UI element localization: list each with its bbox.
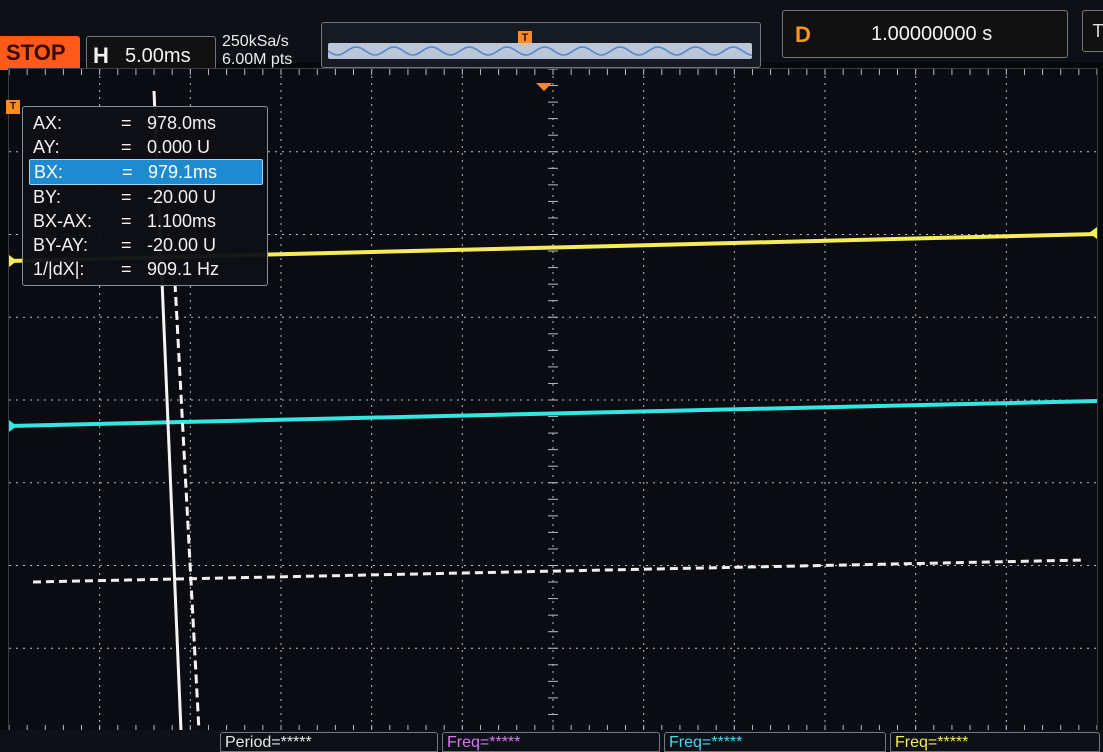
acquisition-info: 250kSa/s 6.00M pts — [222, 33, 292, 69]
oscilloscope-screen: STOP H 5.00ms 250kSa/s 6.00M pts T D 1.0… — [0, 0, 1103, 752]
sample-rate: 250kSa/s — [222, 33, 289, 50]
measurement-bar: Period=***** Freq=***** Freq=***** Freq=… — [0, 730, 1103, 752]
horizontal-label: H — [93, 43, 109, 68]
trigger-channel-icon: T — [6, 100, 20, 114]
cursor-row-ay[interactable]: AY: = 0.000 U — [29, 135, 261, 159]
memory-wave-icon — [328, 46, 752, 56]
timebase-value: 5.00ms — [125, 45, 191, 67]
run-stop-button[interactable]: STOP — [0, 36, 80, 70]
channel-2-trace — [9, 399, 1097, 428]
delay-label: D — [795, 22, 811, 47]
cursor-readout-panel: AX: = 978.0ms AY: = 0.000 U BX: = 979.1m… — [22, 106, 268, 286]
memory-depth: 6.00M pts — [222, 51, 293, 68]
cursor-row-bx[interactable]: BX: = 979.1ms — [29, 159, 263, 185]
channel-1-offset-marker-icon — [9, 255, 17, 267]
delay-value: 1.00000000 s — [871, 23, 993, 45]
measurement-freq-1[interactable]: Freq=***** — [442, 732, 660, 752]
memory-waveform-strip — [328, 43, 752, 59]
memory-overview-bar[interactable]: T — [321, 22, 761, 68]
cursor-row-bx-ax[interactable]: BX-AX: = 1.100ms — [29, 209, 261, 233]
cursor-row-ax[interactable]: AX: = 978.0ms — [29, 111, 261, 135]
trigger-settings-button[interactable]: T — [1082, 10, 1103, 52]
cursor-row-by-ay[interactable]: BY-AY: = -20.00 U — [29, 233, 261, 257]
measurement-period[interactable]: Period=***** — [220, 732, 438, 752]
measurement-freq-2[interactable]: Freq=***** — [664, 732, 886, 752]
horizontal-delay[interactable]: D 1.00000000 s — [782, 10, 1068, 58]
cursor-row-by[interactable]: BY: = -20.00 U — [29, 185, 261, 209]
cursor-row-inverse-dx[interactable]: 1/|dX|: = 909.1 Hz — [29, 257, 261, 281]
channel-2-offset-marker-icon — [9, 420, 17, 432]
trigger-position-marker-icon — [536, 83, 552, 91]
trigger-level-marker-icon — [1089, 227, 1097, 239]
measurement-freq-3[interactable]: Freq=***** — [890, 732, 1100, 752]
top-status-bar: STOP H 5.00ms 250kSa/s 6.00M pts T D 1.0… — [0, 0, 1103, 76]
